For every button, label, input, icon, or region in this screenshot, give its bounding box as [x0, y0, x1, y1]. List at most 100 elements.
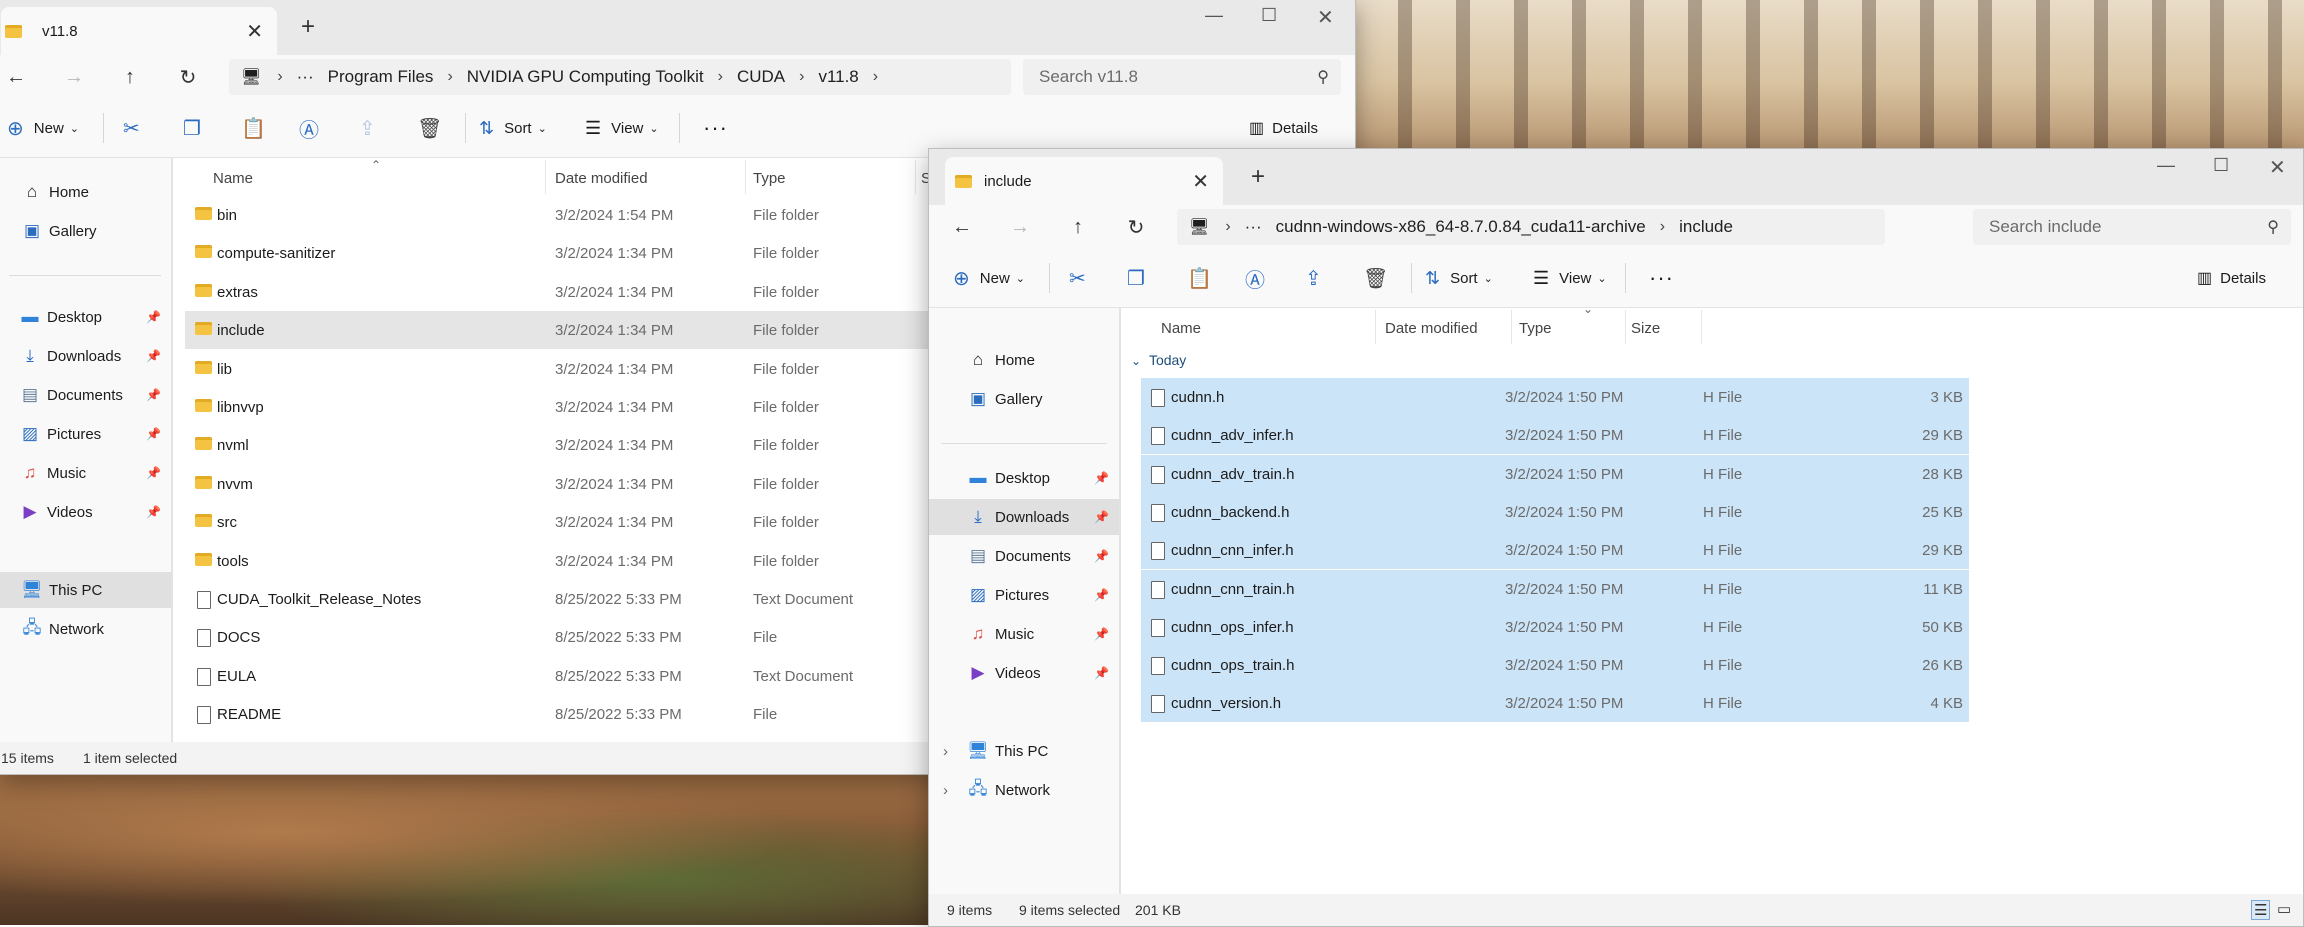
column-divider[interactable] — [545, 160, 546, 194]
share-icon[interactable]: ⇪ — [359, 116, 376, 141]
maximize-button[interactable]: ☐ — [1261, 5, 1277, 26]
col-name[interactable]: Name — [213, 170, 253, 187]
col-date[interactable]: Date modified — [555, 170, 648, 187]
group-header-today[interactable]: ⌄ Today — [1131, 352, 1186, 368]
pin-icon[interactable]: 📌 — [146, 466, 161, 480]
copy-icon[interactable]: ❐ — [183, 116, 201, 141]
pin-icon[interactable]: 📌 — [1094, 510, 1109, 524]
view-button[interactable]: ☰ View ⌄ — [585, 118, 659, 139]
nav-this-pc[interactable]: › 🖥 This PC — [929, 733, 1119, 769]
close-tab-icon[interactable]: ✕ — [1192, 169, 1209, 194]
overflow-dots-icon[interactable]: ··· — [1245, 217, 1262, 237]
breadcrumb-v11-8[interactable]: v11.8 — [818, 67, 858, 87]
table-row[interactable]: cudnn_version.h 3/2/2024 1:50 PM H File 4 K… — [1141, 684, 1969, 723]
nav-music[interactable]: ♫ Music 📌 — [929, 616, 1119, 652]
nav-videos[interactable]: ▶ Videos 📌 — [0, 494, 171, 530]
rename-icon[interactable]: Ⓐ — [299, 114, 319, 143]
sort-button[interactable]: ⇅ Sort ⌄ — [1425, 268, 1493, 289]
table-row[interactable]: cudnn_cnn_train.h 3/2/2024 1:50 PM H File 1… — [1141, 569, 1969, 608]
sort-button[interactable]: ⇅ Sort ⌄ — [479, 118, 547, 139]
pin-icon[interactable]: 📌 — [146, 427, 161, 441]
close-tab-icon[interactable]: ✕ — [246, 19, 263, 44]
col-size[interactable]: Size — [1631, 320, 1660, 337]
nav-documents[interactable]: ▤ Documents 📌 — [929, 538, 1119, 574]
col-type[interactable]: Type — [1519, 320, 1552, 337]
new-tab-button[interactable]: + — [301, 13, 315, 41]
nav-home[interactable]: ⌂ Home — [929, 342, 1119, 378]
more-options-icon[interactable]: ··· — [1649, 265, 1674, 291]
details-view-icon[interactable]: ☰ — [2251, 900, 2271, 920]
nav-pictures[interactable]: ▨ Pictures 📌 — [0, 416, 171, 452]
address-bar[interactable]: 🖥 › ··· cudnn-windows-x86_64-8.7.0.84_cu… — [1177, 209, 1885, 245]
overflow-dots-icon[interactable]: ··· — [297, 67, 314, 87]
breadcrumb-program-files[interactable]: Program Files — [328, 67, 434, 87]
new-button[interactable]: ⊕ New ⌄ — [953, 266, 1025, 291]
breadcrumb-cuda[interactable]: CUDA — [737, 67, 785, 87]
close-window-button[interactable]: ✕ — [1317, 5, 1334, 30]
back-button[interactable]: ← — [945, 210, 979, 244]
nav-this-pc[interactable]: 🖥 This PC — [0, 572, 171, 608]
rename-icon[interactable]: Ⓐ — [1245, 264, 1265, 293]
nav-network[interactable]: › 🖧 Network — [929, 772, 1119, 808]
pin-icon[interactable]: 📌 — [1094, 588, 1109, 602]
refresh-button[interactable]: ↻ — [171, 60, 205, 94]
nav-pictures[interactable]: ▨ Pictures 📌 — [929, 577, 1119, 613]
table-row[interactable]: cudnn.h 3/2/2024 1:50 PM H File 3 KB — [1141, 378, 1969, 416]
nav-desktop[interactable]: ▬ Desktop 📌 — [929, 460, 1119, 496]
expand-chevron-icon[interactable]: › — [943, 743, 948, 760]
search-box[interactable]: Search include ⚲ — [1973, 209, 2291, 245]
view-button[interactable]: ☰ View ⌄ — [1533, 268, 1607, 289]
forward-button[interactable]: → — [57, 60, 91, 94]
copy-icon[interactable]: ❐ — [1127, 266, 1145, 291]
pin-icon[interactable]: 📌 — [1094, 627, 1109, 641]
breadcrumb-nvidia[interactable]: NVIDIA GPU Computing Toolkit — [467, 67, 704, 87]
table-row[interactable]: cudnn_adv_train.h 3/2/2024 1:50 PM H File 2… — [1141, 454, 1969, 493]
delete-icon[interactable]: 🗑 — [417, 116, 442, 141]
minimize-button[interactable]: — — [2157, 155, 2175, 176]
breadcrumb-cudnn-archive[interactable]: cudnn-windows-x86_64-8.7.0.84_cuda11-arc… — [1276, 217, 1646, 237]
nav-gallery[interactable]: ▣ Gallery — [929, 381, 1119, 417]
table-row[interactable]: cudnn_cnn_infer.h 3/2/2024 1:50 PM H File 2… — [1141, 531, 1969, 570]
expand-chevron-icon[interactable]: › — [943, 782, 948, 799]
nav-documents[interactable]: ▤ Documents 📌 — [0, 377, 171, 413]
nav-videos[interactable]: ▶ Videos 📌 — [929, 655, 1119, 691]
pin-icon[interactable]: 📌 — [1094, 471, 1109, 485]
close-window-button[interactable]: ✕ — [2269, 155, 2286, 180]
tab-v11-8[interactable]: v11.8 ✕ — [1, 7, 277, 55]
column-divider[interactable] — [1625, 310, 1626, 344]
nav-gallery[interactable]: ▣ Gallery — [0, 213, 171, 249]
address-bar[interactable]: 🖥 › ··· Program Files › NVIDIA GPU Compu… — [229, 59, 1011, 95]
new-tab-button[interactable]: + — [1251, 163, 1265, 191]
table-row[interactable]: cudnn_ops_train.h 3/2/2024 1:50 PM H File 2… — [1141, 646, 1969, 685]
column-divider[interactable] — [1375, 310, 1376, 344]
delete-icon[interactable]: 🗑 — [1363, 266, 1388, 291]
pin-icon[interactable]: 📌 — [1094, 549, 1109, 563]
pin-icon[interactable]: 📌 — [1094, 666, 1109, 680]
up-button[interactable]: ↑ — [113, 60, 147, 94]
share-icon[interactable]: ⇪ — [1305, 266, 1322, 291]
search-box[interactable]: Search v11.8 ⚲ — [1023, 59, 1341, 95]
minimize-button[interactable]: — — [1205, 5, 1223, 26]
up-button[interactable]: ↑ — [1061, 210, 1095, 244]
cut-icon[interactable]: ✂ — [123, 116, 140, 141]
nav-music[interactable]: ♫ Music 📌 — [0, 455, 171, 491]
table-row[interactable]: cudnn_adv_infer.h 3/2/2024 1:50 PM H File 2… — [1141, 416, 1969, 455]
nav-network[interactable]: 🖧 Network — [0, 611, 171, 647]
breadcrumb-include[interactable]: include — [1679, 217, 1733, 237]
cut-icon[interactable]: ✂ — [1069, 266, 1086, 291]
more-options-icon[interactable]: ··· — [703, 115, 728, 141]
table-row[interactable]: cudnn_ops_infer.h 3/2/2024 1:50 PM H File 5… — [1141, 607, 1969, 646]
nav-downloads[interactable]: ⤓ Downloads 📌 — [929, 499, 1119, 535]
pin-icon[interactable]: 📌 — [146, 349, 161, 363]
back-button[interactable]: ← — [0, 60, 33, 94]
col-name[interactable]: Name — [1161, 320, 1201, 337]
tiles-view-icon[interactable]: ▭ — [2277, 900, 2291, 918]
pin-icon[interactable]: 📌 — [146, 310, 161, 324]
pin-icon[interactable]: 📌 — [146, 505, 161, 519]
column-divider[interactable] — [745, 160, 746, 194]
pin-icon[interactable]: 📌 — [146, 388, 161, 402]
new-button[interactable]: ⊕ New ⌄ — [7, 116, 79, 141]
column-divider[interactable] — [1701, 310, 1702, 344]
nav-desktop[interactable]: ▬ Desktop 📌 — [0, 299, 171, 335]
col-type[interactable]: Type — [753, 170, 786, 187]
